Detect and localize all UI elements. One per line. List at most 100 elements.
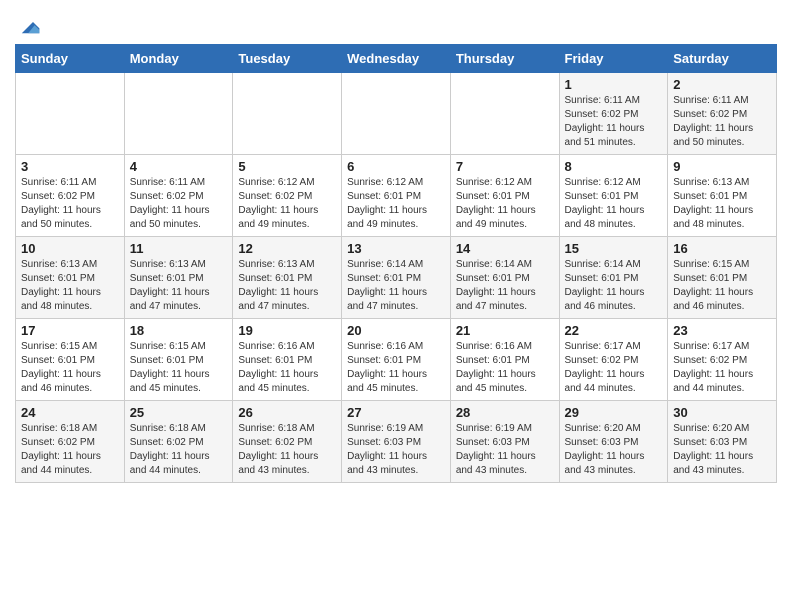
calendar-header-day: Saturday xyxy=(668,45,777,73)
calendar-cell: 23 Sunrise: 6:17 AM Sunset: 6:02 PM Dayli… xyxy=(668,319,777,401)
day-number: 15 xyxy=(565,241,663,256)
calendar-cell: 14Sunrise: 6:14 AM Sunset: 6:01 PM Dayli… xyxy=(450,237,559,319)
header xyxy=(15,10,777,38)
calendar-cell: 2 Sunrise: 6:11 AM Sunset: 6:02 PM Daylig… xyxy=(668,73,777,155)
calendar-cell: 11 Sunrise: 6:13 AM Sunset: 6:01 PM Dayli… xyxy=(124,237,233,319)
day-info: Sunrise: 6:20 AM Sunset: 6:03 PM Dayligh… xyxy=(565,422,663,478)
calendar-cell: 8Sunrise: 6:12 AM Sunset: 6:01 PM Daylig… xyxy=(559,155,668,237)
day-info: Sunrise: 6:13 AM Sunset: 6:01 PM Dayligh… xyxy=(130,258,228,314)
day-number: 13 xyxy=(347,241,445,256)
day-info: Sunrise: 6:12 AM Sunset: 6:01 PM Dayligh… xyxy=(456,176,554,232)
calendar-week-row: 24 Sunrise: 6:18 AM Sunset: 6:02 PM Dayli… xyxy=(16,401,777,483)
day-number: 19 xyxy=(238,323,336,338)
calendar-cell: 29 Sunrise: 6:20 AM Sunset: 6:03 PM Dayli… xyxy=(559,401,668,483)
calendar-cell: 5 Sunrise: 6:12 AM Sunset: 6:02 PM Daylig… xyxy=(233,155,342,237)
day-info: Sunrise: 6:15 AM Sunset: 6:01 PM Dayligh… xyxy=(21,340,119,396)
calendar-cell: 4 Sunrise: 6:11 AM Sunset: 6:02 PM Daylig… xyxy=(124,155,233,237)
calendar-cell xyxy=(124,73,233,155)
day-info: Sunrise: 6:11 AM Sunset: 6:02 PM Dayligh… xyxy=(673,94,771,150)
calendar-cell: 7 Sunrise: 6:12 AM Sunset: 6:01 PM Daylig… xyxy=(450,155,559,237)
day-info: Sunrise: 6:17 AM Sunset: 6:02 PM Dayligh… xyxy=(673,340,771,396)
day-info: Sunrise: 6:19 AM Sunset: 6:03 PM Dayligh… xyxy=(347,422,445,478)
day-number: 14 xyxy=(456,241,554,256)
calendar-week-row: 3 Sunrise: 6:11 AM Sunset: 6:02 PM Daylig… xyxy=(16,155,777,237)
calendar-cell: 15Sunrise: 6:14 AM Sunset: 6:01 PM Dayli… xyxy=(559,237,668,319)
page: SundayMondayTuesdayWednesdayThursdayFrid… xyxy=(0,0,792,498)
logo-icon xyxy=(17,14,41,38)
day-info: Sunrise: 6:16 AM Sunset: 6:01 PM Dayligh… xyxy=(456,340,554,396)
day-info: Sunrise: 6:15 AM Sunset: 6:01 PM Dayligh… xyxy=(130,340,228,396)
day-number: 17 xyxy=(21,323,119,338)
day-number: 4 xyxy=(130,159,228,174)
calendar-header-row: SundayMondayTuesdayWednesdayThursdayFrid… xyxy=(16,45,777,73)
day-number: 12 xyxy=(238,241,336,256)
day-number: 22 xyxy=(565,323,663,338)
calendar-cell: 22 Sunrise: 6:17 AM Sunset: 6:02 PM Dayli… xyxy=(559,319,668,401)
day-number: 9 xyxy=(673,159,771,174)
day-info: Sunrise: 6:20 AM Sunset: 6:03 PM Dayligh… xyxy=(673,422,771,478)
calendar-cell: 13Sunrise: 6:14 AM Sunset: 6:01 PM Dayli… xyxy=(342,237,451,319)
day-info: Sunrise: 6:11 AM Sunset: 6:02 PM Dayligh… xyxy=(130,176,228,232)
calendar-cell: 26 Sunrise: 6:18 AM Sunset: 6:02 PM Dayli… xyxy=(233,401,342,483)
calendar-cell: 16Sunrise: 6:15 AM Sunset: 6:01 PM Dayli… xyxy=(668,237,777,319)
day-number: 16 xyxy=(673,241,771,256)
calendar-cell: 21 Sunrise: 6:16 AM Sunset: 6:01 PM Dayli… xyxy=(450,319,559,401)
day-number: 3 xyxy=(21,159,119,174)
calendar-week-row: 1 Sunrise: 6:11 AM Sunset: 6:02 PM Daylig… xyxy=(16,73,777,155)
day-number: 20 xyxy=(347,323,445,338)
day-info: Sunrise: 6:12 AM Sunset: 6:02 PM Dayligh… xyxy=(238,176,336,232)
calendar-cell: 1Sunrise: 6:11 AM Sunset: 6:02 PM Daylig… xyxy=(559,73,668,155)
day-number: 24 xyxy=(21,405,119,420)
logo xyxy=(15,18,41,38)
calendar-cell: 9 Sunrise: 6:13 AM Sunset: 6:01 PM Daylig… xyxy=(668,155,777,237)
day-number: 10 xyxy=(21,241,119,256)
day-info: Sunrise: 6:11 AM Sunset: 6:02 PM Dayligh… xyxy=(21,176,119,232)
day-info: Sunrise: 6:19 AM Sunset: 6:03 PM Dayligh… xyxy=(456,422,554,478)
day-number: 26 xyxy=(238,405,336,420)
calendar-cell: 19 Sunrise: 6:16 AM Sunset: 6:01 PM Dayli… xyxy=(233,319,342,401)
day-number: 1 xyxy=(565,77,663,92)
day-info: Sunrise: 6:17 AM Sunset: 6:02 PM Dayligh… xyxy=(565,340,663,396)
calendar-cell xyxy=(342,73,451,155)
calendar-cell xyxy=(16,73,125,155)
day-info: Sunrise: 6:16 AM Sunset: 6:01 PM Dayligh… xyxy=(238,340,336,396)
calendar-cell: 18 Sunrise: 6:15 AM Sunset: 6:01 PM Dayli… xyxy=(124,319,233,401)
calendar-header-day: Tuesday xyxy=(233,45,342,73)
calendar-cell: 10 Sunrise: 6:13 AM Sunset: 6:01 PM Dayli… xyxy=(16,237,125,319)
calendar-cell: 25 Sunrise: 6:18 AM Sunset: 6:02 PM Dayli… xyxy=(124,401,233,483)
day-info: Sunrise: 6:13 AM Sunset: 6:01 PM Dayligh… xyxy=(673,176,771,232)
day-number: 11 xyxy=(130,241,228,256)
calendar-cell xyxy=(233,73,342,155)
calendar-cell: 6Sunrise: 6:12 AM Sunset: 6:01 PM Daylig… xyxy=(342,155,451,237)
day-info: Sunrise: 6:12 AM Sunset: 6:01 PM Dayligh… xyxy=(347,176,445,232)
day-number: 29 xyxy=(565,405,663,420)
calendar-cell: 30 Sunrise: 6:20 AM Sunset: 6:03 PM Dayli… xyxy=(668,401,777,483)
day-info: Sunrise: 6:18 AM Sunset: 6:02 PM Dayligh… xyxy=(130,422,228,478)
day-number: 27 xyxy=(347,405,445,420)
calendar-cell: 20Sunrise: 6:16 AM Sunset: 6:01 PM Dayli… xyxy=(342,319,451,401)
calendar-header-day: Thursday xyxy=(450,45,559,73)
day-number: 2 xyxy=(673,77,771,92)
day-info: Sunrise: 6:18 AM Sunset: 6:02 PM Dayligh… xyxy=(238,422,336,478)
day-number: 23 xyxy=(673,323,771,338)
day-number: 18 xyxy=(130,323,228,338)
calendar-header-day: Friday xyxy=(559,45,668,73)
calendar-cell: 17 Sunrise: 6:15 AM Sunset: 6:01 PM Dayli… xyxy=(16,319,125,401)
calendar-cell: 3 Sunrise: 6:11 AM Sunset: 6:02 PM Daylig… xyxy=(16,155,125,237)
calendar-header-day: Sunday xyxy=(16,45,125,73)
day-info: Sunrise: 6:13 AM Sunset: 6:01 PM Dayligh… xyxy=(21,258,119,314)
calendar-table: SundayMondayTuesdayWednesdayThursdayFrid… xyxy=(15,44,777,483)
day-number: 30 xyxy=(673,405,771,420)
day-number: 21 xyxy=(456,323,554,338)
day-number: 25 xyxy=(130,405,228,420)
day-number: 28 xyxy=(456,405,554,420)
calendar-cell: 24 Sunrise: 6:18 AM Sunset: 6:02 PM Dayli… xyxy=(16,401,125,483)
day-info: Sunrise: 6:13 AM Sunset: 6:01 PM Dayligh… xyxy=(238,258,336,314)
day-info: Sunrise: 6:12 AM Sunset: 6:01 PM Dayligh… xyxy=(565,176,663,232)
day-number: 5 xyxy=(238,159,336,174)
day-info: Sunrise: 6:18 AM Sunset: 6:02 PM Dayligh… xyxy=(21,422,119,478)
calendar-cell: 28 Sunrise: 6:19 AM Sunset: 6:03 PM Dayli… xyxy=(450,401,559,483)
calendar-week-row: 10 Sunrise: 6:13 AM Sunset: 6:01 PM Dayli… xyxy=(16,237,777,319)
calendar-header-day: Monday xyxy=(124,45,233,73)
day-number: 7 xyxy=(456,159,554,174)
